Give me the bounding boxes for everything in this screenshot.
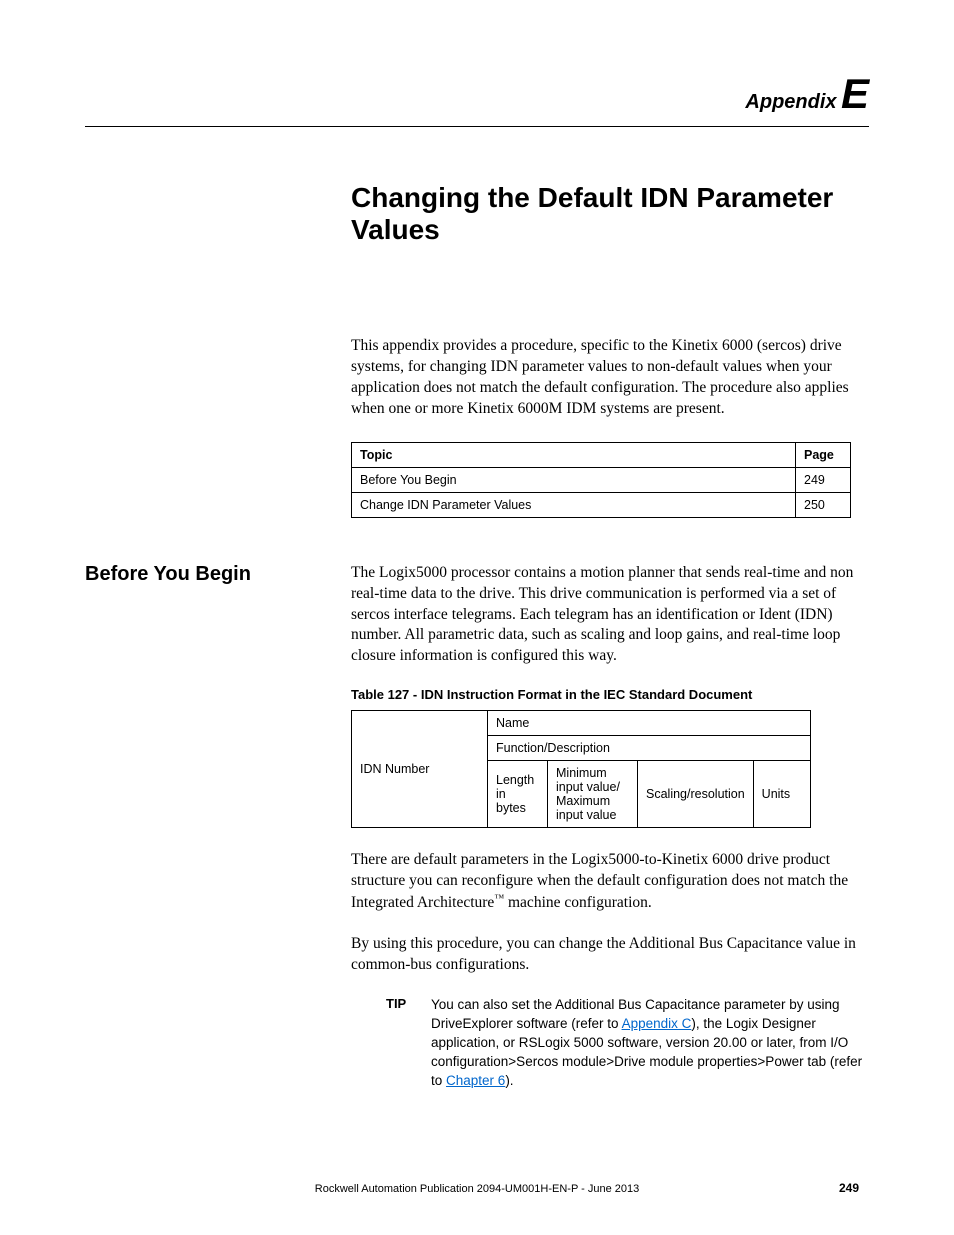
table-row: Before You Begin 249 [352, 467, 851, 492]
footer-page-number: 249 [839, 1181, 859, 1195]
body-paragraph: There are default parameters in the Logi… [351, 850, 869, 914]
length-cell: Length in bytes [488, 761, 548, 828]
section-before-you-begin: Before You Begin The Logix5000 processor… [85, 563, 869, 1091]
appendix-word: Appendix [745, 91, 836, 113]
appendix-c-link[interactable]: Appendix C [622, 1016, 692, 1031]
topic-cell: Change IDN Parameter Values [352, 492, 796, 517]
tip-body: You can also set the Additional Bus Capa… [431, 996, 869, 1090]
topic-cell: Before You Begin [352, 467, 796, 492]
chapter-title: Changing the Default IDN Parameter Value… [351, 182, 869, 246]
body-paragraph: By using this procedure, you can change … [351, 934, 869, 976]
page-header: Page [796, 442, 851, 467]
tip-block: TIP You can also set the Additional Bus … [386, 996, 869, 1090]
table-row: IDN Number Name [352, 711, 811, 736]
body-paragraph: The Logix5000 processor contains a motio… [351, 563, 869, 668]
name-cell: Name [488, 711, 811, 736]
table-row: Topic Page [352, 442, 851, 467]
page-cell: 250 [796, 492, 851, 517]
trademark-symbol: ™ [494, 893, 504, 904]
footer-publication: Rockwell Automation Publication 2094-UM0… [0, 1183, 954, 1195]
page-cell: 249 [796, 467, 851, 492]
tip-text: ). [505, 1073, 513, 1088]
idn-format-table: IDN Number Name Function/Description Len… [351, 710, 811, 828]
appendix-letter: E [841, 70, 869, 117]
tip-label: TIP [386, 996, 431, 1090]
minmax-cell: Minimum input value/ Maximum input value [548, 761, 638, 828]
section-body: The Logix5000 processor contains a motio… [351, 563, 869, 1091]
appendix-header: Appendix E [85, 70, 869, 118]
idn-number-cell: IDN Number [352, 711, 488, 828]
table-caption: Table 127 - IDN Instruction Format in th… [351, 687, 869, 702]
intro-paragraph: This appendix provides a procedure, spec… [351, 336, 869, 420]
table-row: Change IDN Parameter Values 250 [352, 492, 851, 517]
scaling-cell: Scaling/resolution [638, 761, 754, 828]
topic-table: Topic Page Before You Begin 249 Change I… [351, 442, 851, 518]
function-cell: Function/Description [488, 736, 811, 761]
section-heading: Before You Begin [85, 563, 351, 1091]
topic-header: Topic [352, 442, 796, 467]
units-cell: Units [753, 761, 810, 828]
header-rule [85, 126, 869, 127]
para-text: machine configuration. [504, 894, 652, 911]
chapter-6-link[interactable]: Chapter 6 [446, 1073, 505, 1088]
